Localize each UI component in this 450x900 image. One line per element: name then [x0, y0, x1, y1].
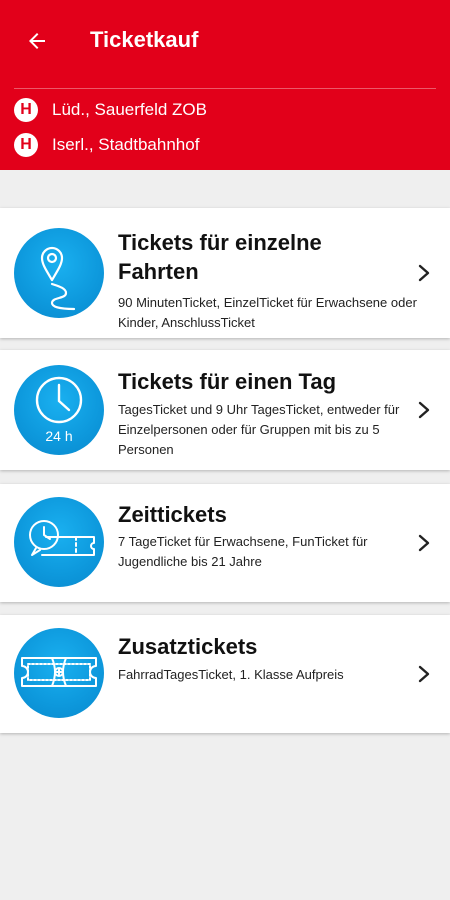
stop-origin-name: Lüd., Sauerfeld ZOB — [52, 100, 207, 119]
arrow-left-icon — [29, 33, 45, 49]
stop-origin[interactable]: H Lüd., Sauerfeld ZOB — [14, 97, 207, 123]
category-card-single-trips[interactable]: Tickets für einzelne Fahrten 90 MinutenT… — [0, 208, 450, 338]
category-card-extra-tickets[interactable]: Zusatztickets FahrradTagesTicket, 1. Kla… — [0, 615, 450, 733]
category-title: Zusatztickets — [118, 634, 258, 659]
category-card-period-tickets[interactable]: Zeittickets 7 TageTicket für Erwachsene,… — [0, 484, 450, 602]
stop-destination-name: Iserl., Stadtbahnhof — [52, 135, 200, 154]
back-button[interactable] — [22, 26, 52, 56]
chevron-right-icon — [418, 264, 430, 282]
bus-stop-icon: H — [14, 98, 38, 122]
chevron-right-icon — [418, 665, 430, 683]
category-description: TagesTicket und 9 Uhr TagesTicket, entwe… — [118, 402, 400, 457]
clock-24h-label: 24 h — [45, 428, 73, 444]
category-title: Tickets für einen Tag — [118, 369, 337, 394]
header-divider — [14, 88, 436, 89]
clock-24h-icon: 24 h — [14, 365, 104, 455]
ticket-plus-icon — [14, 628, 104, 718]
category-card-day-tickets[interactable]: 24 h Tickets für einen Tag TagesTicket u… — [0, 350, 450, 470]
page-title: Ticketkauf — [90, 27, 199, 52]
category-description: 7 TageTicket für Erwachsene, FunTicket f… — [118, 534, 368, 569]
chevron-right-icon — [418, 401, 430, 419]
stop-destination[interactable]: H Iserl., Stadtbahnhof — [14, 132, 199, 158]
app-bar: Ticketkauf H Lüd., Sauerfeld ZOB H Iserl… — [0, 0, 450, 170]
category-title: Zeittickets — [118, 502, 227, 527]
chevron-right-icon — [418, 534, 430, 552]
category-title: Tickets für einzelne Fahrten — [118, 230, 322, 284]
clock-ticket-icon — [14, 497, 104, 587]
bus-stop-icon: H — [14, 133, 38, 157]
category-description: 90 MinutenTicket, EinzelTicket für Erwac… — [118, 295, 417, 330]
route-pin-icon — [14, 228, 104, 318]
category-description: FahrradTagesTicket, 1. Klasse Aufpreis — [118, 667, 344, 682]
